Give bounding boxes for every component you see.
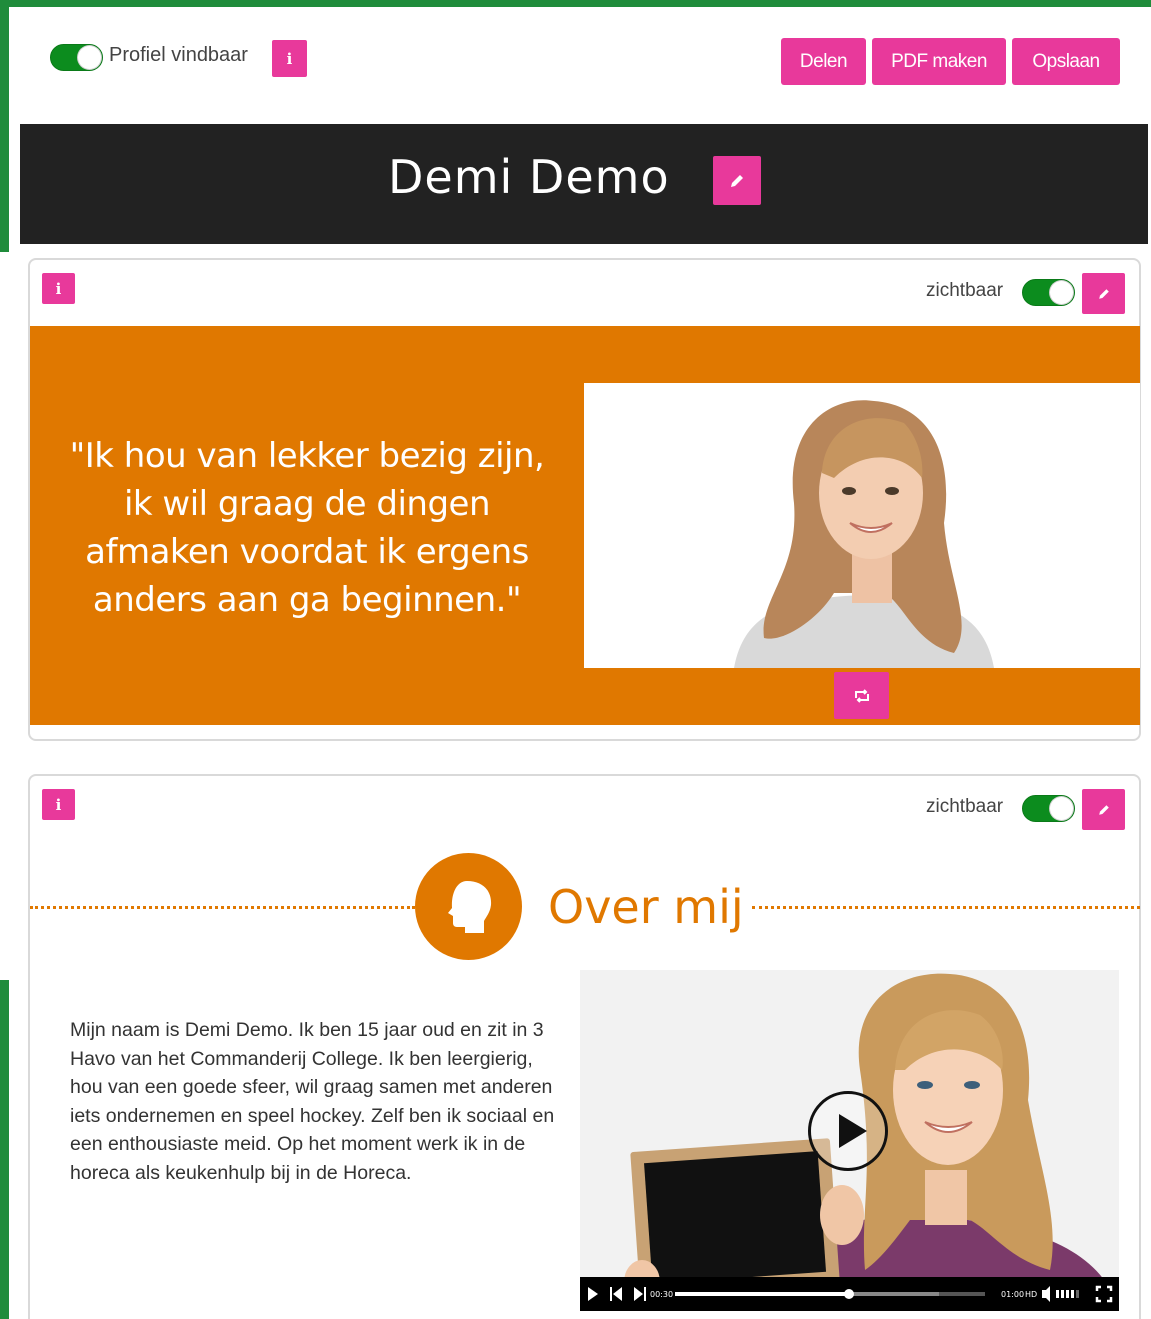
save-button[interactable]: Opslaan <box>1012 38 1120 85</box>
progress-fill <box>675 1292 849 1296</box>
section-divider-right <box>752 906 1140 909</box>
section-divider-left <box>30 906 415 909</box>
volume-icon <box>1042 1286 1050 1302</box>
about-text: Mijn naam is Demi Demo. Ik ben 15 jaar o… <box>70 1019 555 1184</box>
toggle-knob <box>1050 797 1073 820</box>
quality-toggle[interactable]: HD <box>1025 1290 1037 1299</box>
info-icon: i <box>286 49 293 68</box>
play-overlay-button[interactable] <box>808 1091 888 1171</box>
quote-info-button[interactable]: i <box>42 273 75 304</box>
about-visibility-label: zichtbaar <box>926 796 1004 817</box>
head-icon <box>448 881 492 933</box>
fullscreen-icon[interactable] <box>1095 1285 1113 1303</box>
edit-quote-button[interactable] <box>1082 273 1125 314</box>
edit-name-button[interactable] <box>713 156 761 205</box>
info-icon: i <box>55 279 62 298</box>
share-button[interactable]: Delen <box>781 38 866 85</box>
progress-track[interactable] <box>675 1289 985 1299</box>
intro-video[interactable] <box>580 970 1119 1311</box>
video-controls: 00:30 01:00 HD <box>580 1277 1119 1311</box>
pencil-icon <box>1098 804 1109 815</box>
previous-icon <box>610 1287 622 1301</box>
current-time: 00:30 <box>650 1290 674 1299</box>
profile-info-button[interactable]: i <box>272 40 307 77</box>
quote-text: "Ik hou van lekker bezig zijn, ik wil gr… <box>69 436 545 620</box>
playback-buttons <box>588 1287 646 1301</box>
profile-visible-toggle[interactable] <box>50 44 103 71</box>
pencil-icon <box>731 174 743 187</box>
section-title: Over mij <box>548 880 744 934</box>
profile-visible-label: Profiel vindbaar <box>109 44 248 66</box>
edit-about-button[interactable] <box>1082 789 1125 830</box>
volume-control[interactable] <box>1040 1277 1090 1311</box>
page: Profiel vindbaar i Delen PDF maken Opsla… <box>0 0 1151 1319</box>
girl-portrait-image <box>584 383 1140 668</box>
border-left <box>0 0 9 252</box>
swap-icon <box>854 688 869 703</box>
toggle-knob <box>1050 281 1073 304</box>
about-visibility-toggle[interactable] <box>1022 795 1075 822</box>
info-icon: i <box>55 795 62 814</box>
pdf-button[interactable]: PDF maken <box>872 38 1006 85</box>
pencil-icon <box>1098 288 1109 299</box>
about-info-button[interactable]: i <box>42 789 75 820</box>
quote-visibility-label: zichtbaar <box>926 280 1004 301</box>
play-icon <box>839 1114 867 1148</box>
toggle-knob <box>78 46 101 69</box>
profile-name: Demi Demo <box>388 150 670 204</box>
border-top <box>0 0 1151 7</box>
border-left-lower <box>0 980 9 1319</box>
change-photo-button[interactable] <box>834 672 889 719</box>
next-icon <box>634 1287 646 1301</box>
profile-photo <box>584 383 1140 668</box>
section-icon-badge <box>415 853 522 960</box>
quote-visibility-toggle[interactable] <box>1022 279 1075 306</box>
duration: 01:00 <box>1001 1290 1025 1299</box>
play-icon <box>588 1287 598 1301</box>
progress-handle[interactable] <box>843 1289 854 1299</box>
